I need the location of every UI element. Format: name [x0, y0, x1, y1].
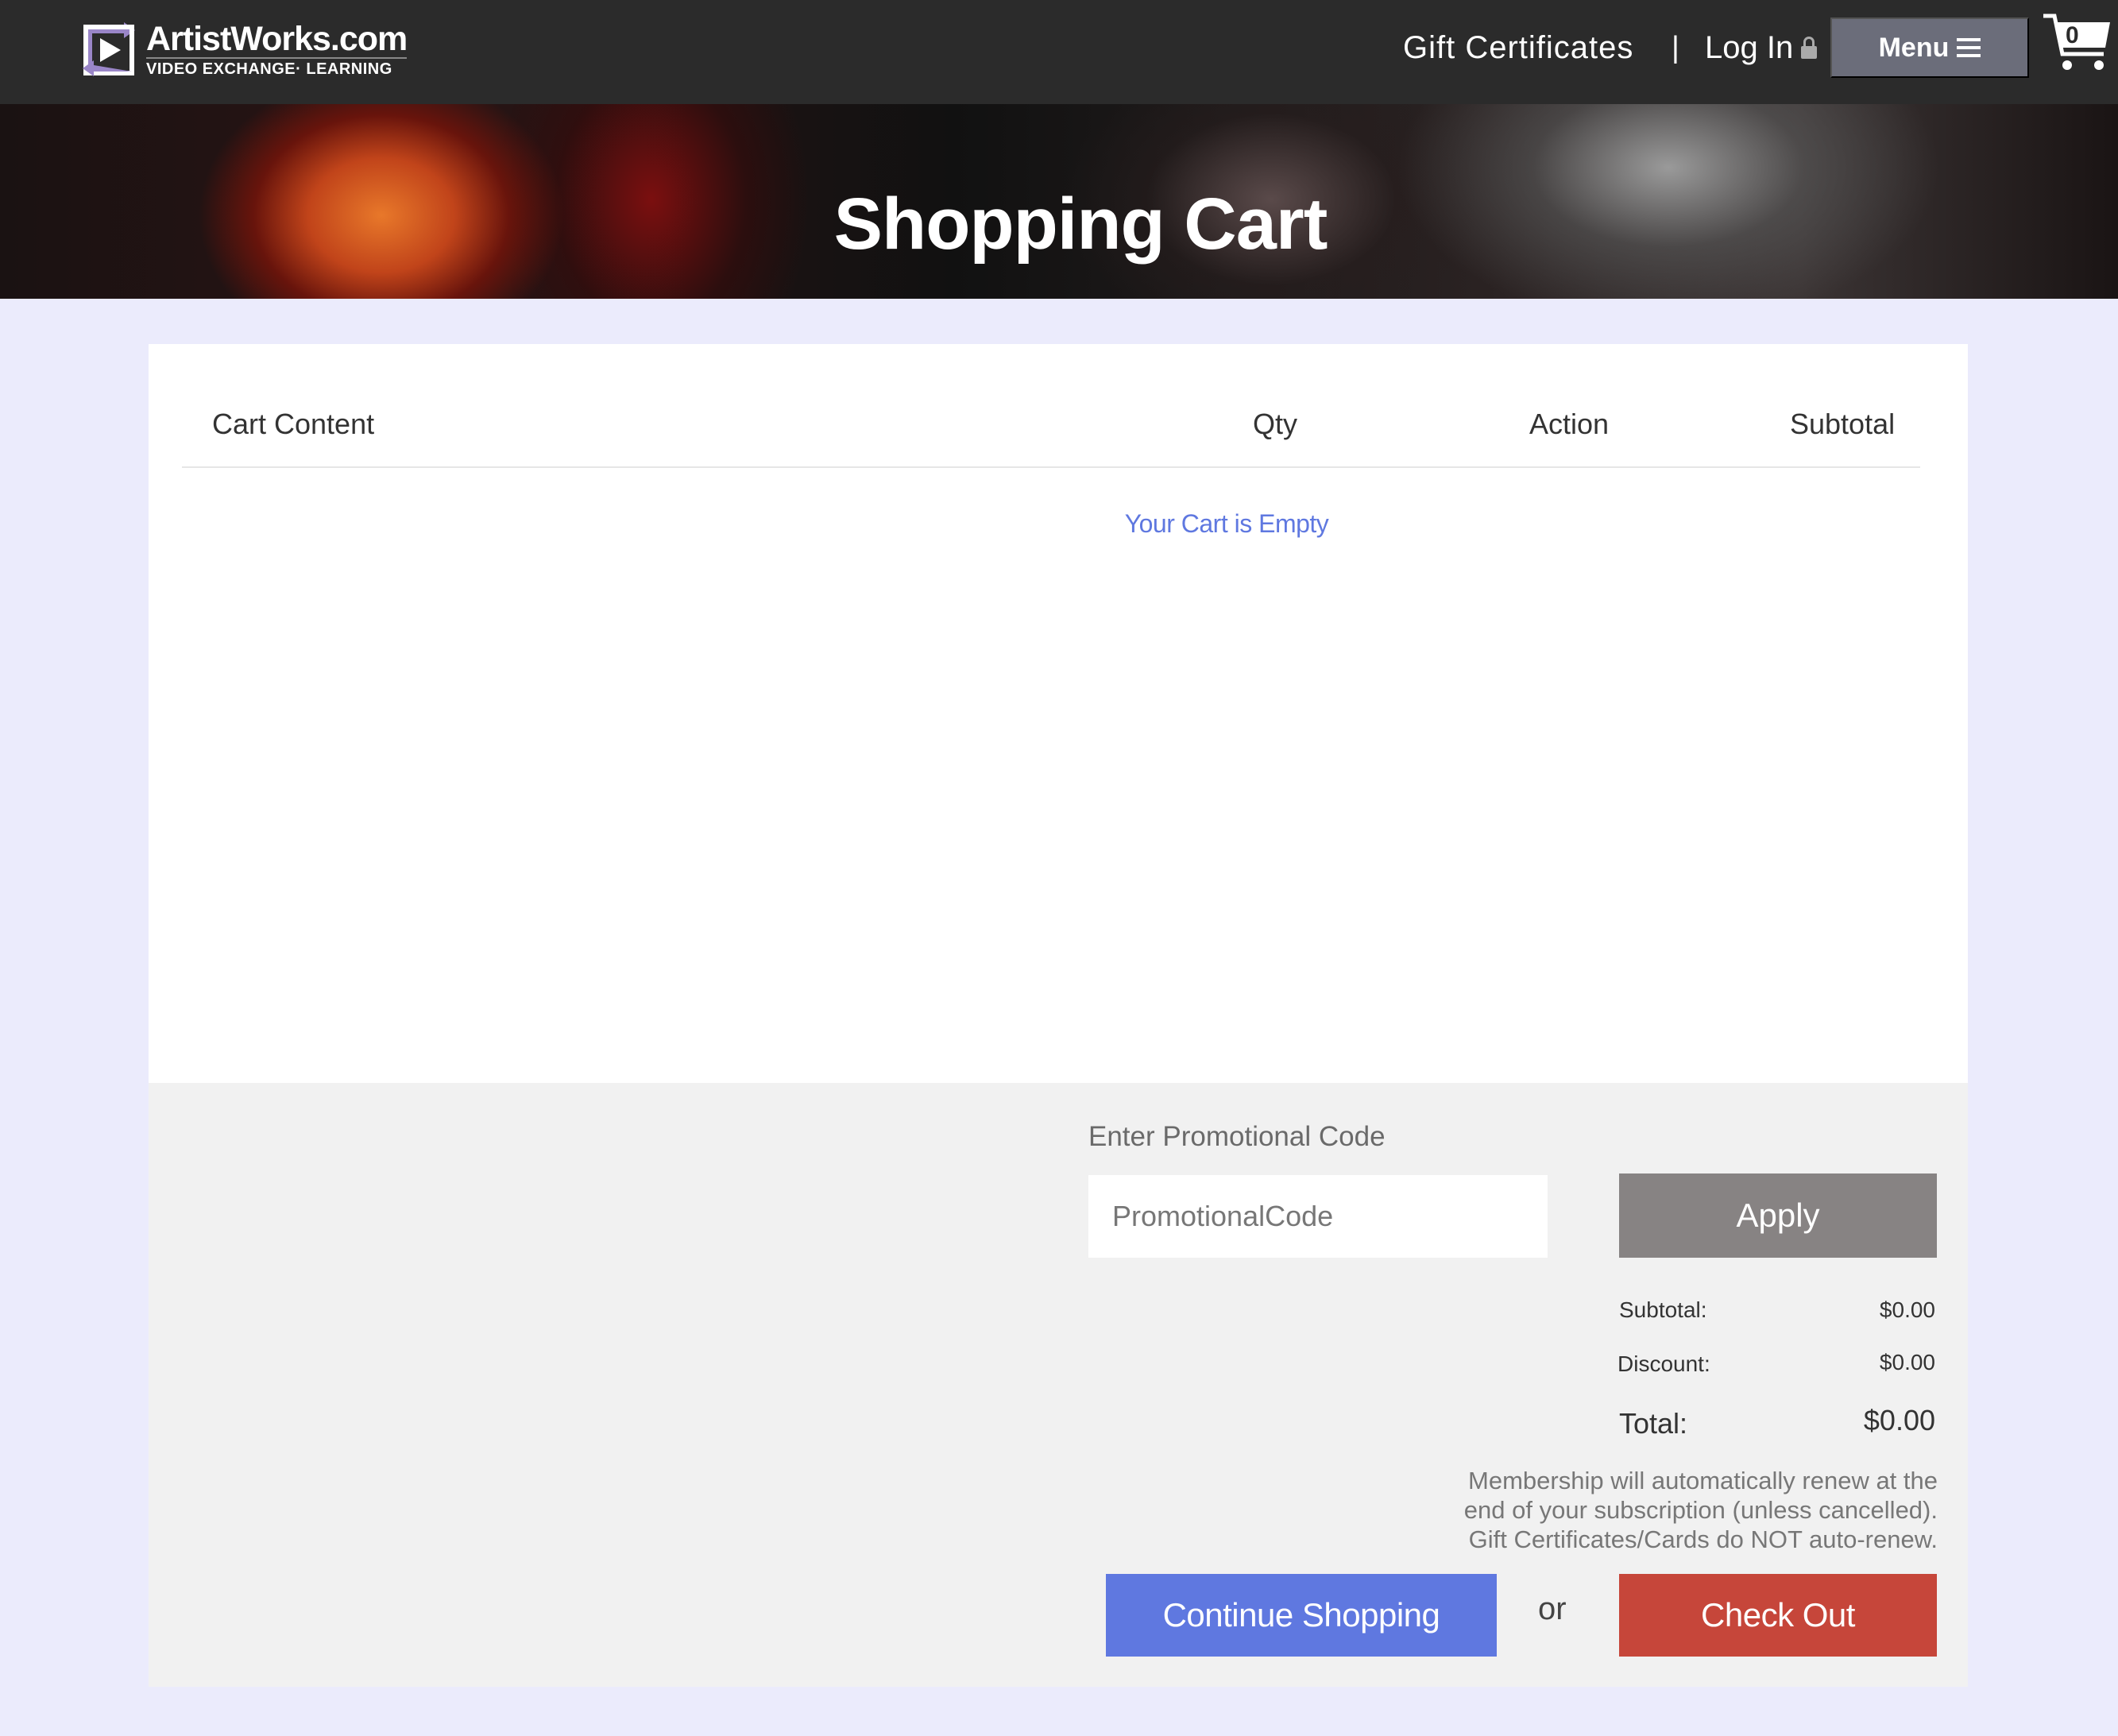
- menu-button[interactable]: Menu: [1830, 17, 2029, 78]
- shopping-cart-icon[interactable]: 0: [2042, 11, 2112, 75]
- empty-cart-message: Your Cart is Empty: [1124, 509, 1329, 538]
- menu-label: Menu: [1878, 32, 1950, 63]
- renew-note-line: end of your subscription (unless cancell…: [1463, 1496, 1938, 1524]
- site-logo[interactable]: ArtistWorks.com VIDEO EXCHANGE· LEARNING: [79, 16, 408, 83]
- subtotal-label: Subtotal:: [1619, 1297, 1707, 1322]
- total-value: $0.00: [1863, 1404, 1935, 1436]
- renew-note-line: Gift Certificates/Cards do NOT auto-rene…: [1468, 1525, 1938, 1553]
- apply-button[interactable]: Apply: [1619, 1173, 1937, 1258]
- cart-summary: Enter Promotional Code Apply Subtotal: $…: [149, 1083, 1968, 1687]
- nav-separator: |: [1672, 31, 1679, 64]
- or-separator: or: [1538, 1591, 1567, 1626]
- logo-name: ArtistWorks.com: [146, 19, 408, 58]
- gift-certificates-link[interactable]: Gift Certificates: [1403, 25, 1633, 70]
- column-qty: Qty: [1253, 408, 1298, 440]
- column-subtotal: Subtotal: [1790, 408, 1896, 440]
- checkout-button[interactable]: Check Out: [1619, 1574, 1937, 1657]
- login-link[interactable]: Log In: [1705, 25, 1818, 70]
- auto-renew-note: Membership will automatically renew at t…: [1340, 1466, 1938, 1554]
- column-action: Action: [1529, 408, 1610, 440]
- total-label: Total:: [1619, 1407, 1688, 1440]
- cart-count-badge: 0: [2066, 22, 2079, 48]
- promo-code-label: Enter Promotional Code: [1088, 1121, 1386, 1152]
- page-title: Shopping Cart: [833, 184, 1328, 265]
- discount-label: Discount:: [1617, 1351, 1710, 1376]
- column-cart-content: Cart Content: [212, 408, 375, 440]
- logo-text: ArtistWorks.com VIDEO EXCHANGE· LEARNING: [146, 19, 408, 79]
- cart-panel: Cart Content Qty Action Subtotal Your Ca…: [149, 344, 1968, 1083]
- renew-note-line: Membership will automatically renew at t…: [1468, 1467, 1938, 1494]
- login-label: Log In: [1705, 30, 1794, 65]
- hero-banner: Shopping Cart: [0, 104, 2118, 299]
- logo-tagline: VIDEO EXCHANGE· LEARNING: [146, 56, 408, 79]
- promo-code-input[interactable]: [1088, 1175, 1548, 1258]
- lock-icon: [1801, 37, 1818, 59]
- cart-table-header: Cart Content Qty Action Subtotal: [182, 392, 1920, 468]
- subtotal-value: $0.00: [1879, 1297, 1935, 1322]
- play-logo-icon: [79, 19, 138, 79]
- discount-value: $0.00: [1879, 1350, 1935, 1374]
- continue-shopping-button[interactable]: Continue Shopping: [1106, 1574, 1497, 1657]
- top-nav: ArtistWorks.com VIDEO EXCHANGE· LEARNING…: [0, 0, 2118, 104]
- hamburger-icon: [1957, 38, 1981, 57]
